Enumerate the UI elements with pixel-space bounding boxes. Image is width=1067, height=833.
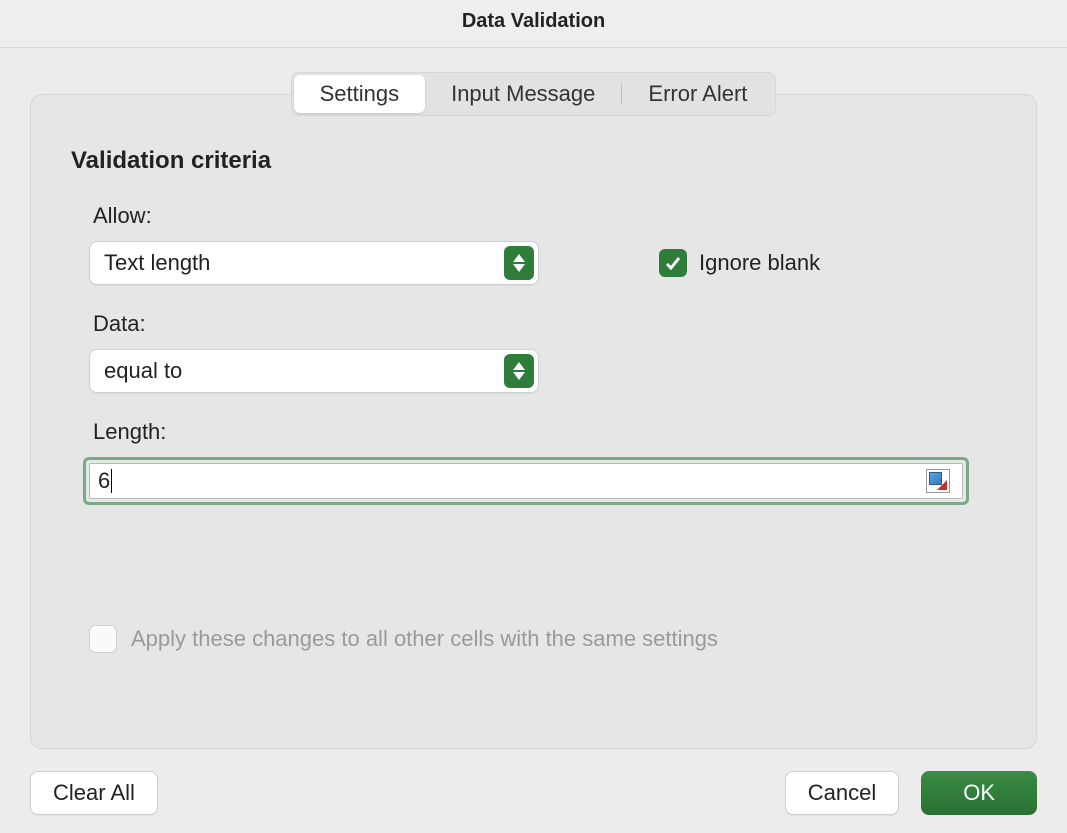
- button-right-group: Cancel OK: [785, 771, 1037, 815]
- data-select-value: equal to: [104, 358, 182, 384]
- length-input[interactable]: 6: [89, 463, 963, 499]
- length-input-value: 6: [98, 468, 110, 494]
- data-label: Data:: [93, 311, 996, 337]
- tabs-row: Settings Input Message Error Alert: [30, 72, 1037, 116]
- settings-panel: Validation criteria Allow: Text length I…: [30, 94, 1037, 749]
- ignore-blank-row: Ignore blank: [659, 249, 820, 277]
- allow-field-row: Allow: Text length Ignore blank: [89, 203, 996, 285]
- dialog-title: Data Validation: [0, 0, 1067, 48]
- cell-reference-picker-icon[interactable]: [926, 469, 950, 493]
- apply-label: Apply these changes to all other cells w…: [131, 626, 718, 652]
- dialog-content: Settings Input Message Error Alert Valid…: [0, 48, 1067, 833]
- data-field-row: Data: equal to: [89, 311, 996, 393]
- length-label: Length:: [93, 419, 996, 445]
- allow-label: Allow:: [93, 203, 996, 229]
- length-input-wrap: 6: [83, 457, 969, 505]
- chevron-up-down-icon: [504, 354, 534, 388]
- clear-all-button[interactable]: Clear All: [30, 771, 158, 815]
- apply-checkbox: [89, 625, 117, 653]
- ignore-blank-label: Ignore blank: [699, 250, 820, 276]
- length-field-row: Length: 6: [89, 419, 996, 505]
- ignore-blank-checkbox[interactable]: [659, 249, 687, 277]
- tab-error-alert[interactable]: Error Alert: [622, 75, 773, 113]
- chevron-up-down-icon: [504, 246, 534, 280]
- apply-row: Apply these changes to all other cells w…: [89, 625, 996, 653]
- text-cursor: [111, 469, 112, 493]
- check-icon: [664, 254, 682, 272]
- section-title: Validation criteria: [71, 147, 996, 175]
- tab-input-message[interactable]: Input Message: [425, 75, 621, 113]
- tabs: Settings Input Message Error Alert: [291, 72, 777, 116]
- data-select[interactable]: equal to: [89, 349, 539, 393]
- allow-select[interactable]: Text length: [89, 241, 539, 285]
- tab-settings[interactable]: Settings: [294, 75, 426, 113]
- allow-select-value: Text length: [104, 250, 210, 276]
- ok-button[interactable]: OK: [921, 771, 1037, 815]
- allow-row-inner: Text length Ignore blank: [89, 241, 996, 285]
- cancel-button[interactable]: Cancel: [785, 771, 899, 815]
- button-bar: Clear All Cancel OK: [30, 771, 1037, 815]
